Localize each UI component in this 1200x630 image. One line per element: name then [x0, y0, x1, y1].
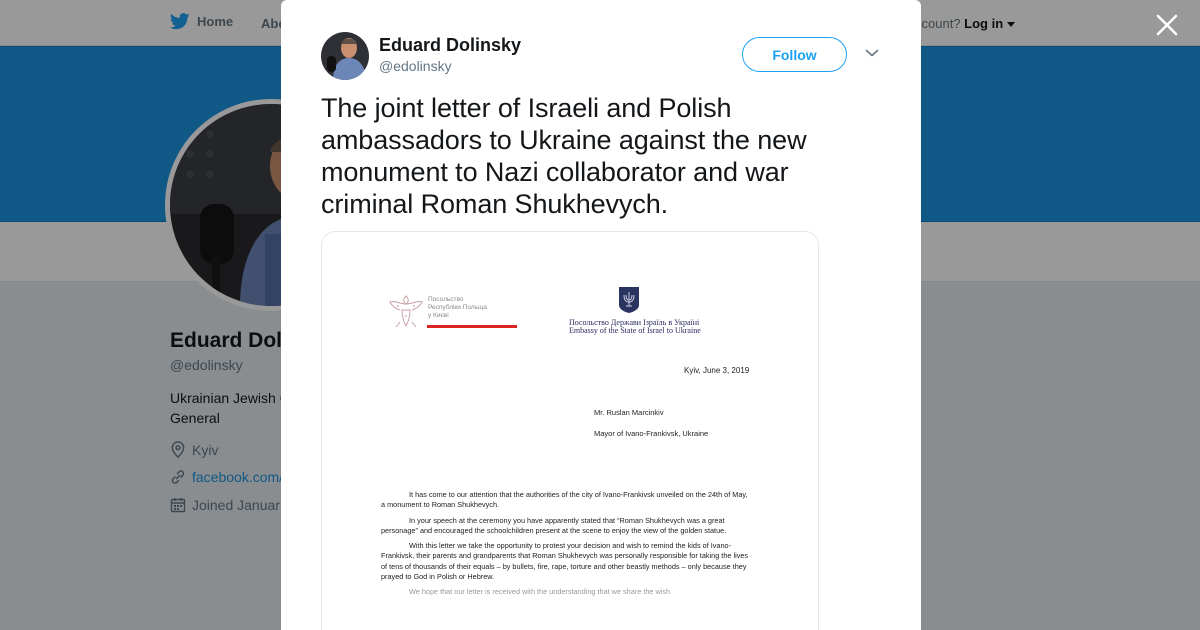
tweet-text: The joint letter of Israeli and Polish a…: [321, 93, 807, 219]
author-avatar[interactable]: [321, 32, 369, 80]
israel-header-eng: Embassy of the State of Israel to Ukrain…: [569, 326, 701, 335]
letter-paragraph: It has come to our attention that the au…: [381, 490, 748, 510]
red-underline: [427, 325, 517, 328]
israel-menorah-emblem: [619, 287, 639, 313]
letter-recipient-title: Mayor of Ivano-Frankivsk, Ukraine: [594, 429, 709, 438]
letter-paragraph: In your speech at the ceremony you have …: [381, 515, 727, 535]
letter-paragraph: We hope that our letter is received with…: [409, 587, 671, 597]
tweet-modal: Eduard Dolinsky @edolinsky Follow The jo…: [281, 0, 921, 630]
polish-header-line: у Києві: [428, 312, 449, 319]
author-handle[interactable]: @edolinsky: [379, 58, 452, 74]
letter-body: It has come to our attention that the au…: [381, 490, 751, 602]
letter-document: Посольство Республіки Польща у Києві Пос…: [322, 232, 818, 630]
author-photo: [321, 32, 369, 80]
chevron-down-icon[interactable]: [865, 48, 879, 58]
close-icon[interactable]: [1154, 12, 1180, 38]
polish-eagle-emblem: [389, 295, 423, 328]
polish-header-line: Республіки Польща: [428, 304, 487, 311]
letter-date: Kyiv, June 3, 2019: [684, 366, 750, 375]
letter-recipient: Mr. Ruslan Marcinkiv: [594, 408, 664, 417]
polish-header-line: Посольство: [428, 296, 464, 303]
author-name[interactable]: Eduard Dolinsky: [379, 35, 521, 56]
follow-button[interactable]: Follow: [742, 37, 847, 72]
polish-embassy-header: Посольство Республіки Польща у Києві: [428, 296, 487, 320]
tweet-media-image[interactable]: Посольство Республіки Польща у Києві Пос…: [321, 231, 819, 630]
letter-paragraph: With this letter we take the opportunity…: [381, 541, 749, 582]
